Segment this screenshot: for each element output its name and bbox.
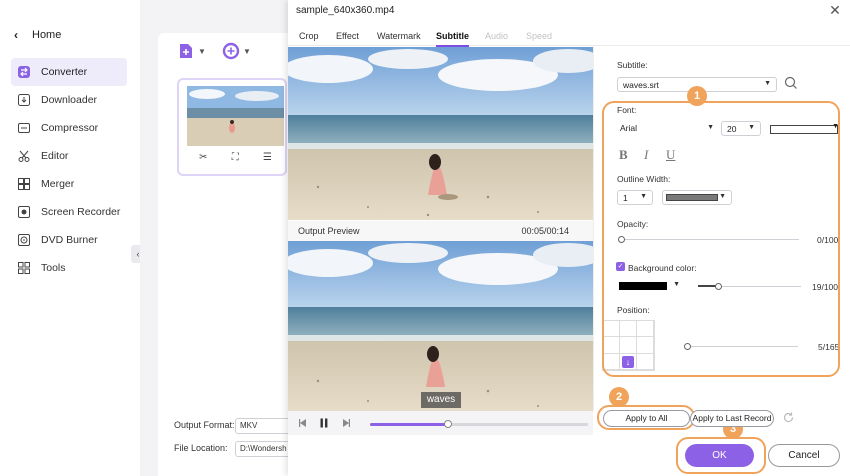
tab-subtitle[interactable]: Subtitle: [436, 31, 469, 47]
sidebar-item-label: Editor: [41, 150, 69, 162]
sidebar-item-screen-recorder[interactable]: Screen Recorder: [11, 198, 127, 226]
sidebar-item-label: Tools: [41, 262, 66, 274]
chevron-down-icon: ▼: [764, 80, 771, 87]
converter-icon: [18, 66, 30, 78]
sidebar-item-label: DVD Burner: [41, 234, 98, 246]
sidebar-item-editor[interactable]: Editor: [11, 142, 127, 170]
original-video-frame: [288, 47, 593, 220]
output-format-select[interactable]: MKV: [235, 418, 295, 434]
sidebar-item-label: Compressor: [41, 122, 99, 134]
sidebar-item-merger[interactable]: Merger: [11, 170, 127, 198]
app-sidebar: ‹ Home Converter Downloader Compressor E…: [0, 0, 140, 476]
subtitle-editor-dialog: sample_640x360.mp4 ✕ Crop Effect Waterma…: [288, 0, 850, 476]
preview-time: 00:05/00:14: [521, 226, 569, 236]
close-icon[interactable]: ✕: [828, 3, 842, 17]
progress-handle[interactable]: [444, 420, 453, 428]
video-thumbnail: [187, 86, 284, 146]
player-controls: [288, 411, 593, 435]
ok-button[interactable]: OK: [685, 444, 754, 467]
sidebar-item-tools[interactable]: Tools: [11, 254, 127, 282]
cancel-button[interactable]: Cancel: [768, 444, 840, 467]
tools-grid-icon: [18, 262, 30, 274]
subtitle-text-overlay: waves: [421, 392, 461, 408]
sidebar-item-converter[interactable]: Converter: [11, 58, 127, 86]
merger-icon: [18, 178, 30, 190]
apply-to-last-record-button[interactable]: Apply to Last Record: [690, 410, 774, 427]
editor-tabs: Crop Effect Watermark Subtitle Audio Spe…: [288, 28, 850, 47]
tab-watermark[interactable]: Watermark: [377, 31, 421, 41]
thumbnail-actions: ✂ ⛶ ☰: [187, 152, 284, 163]
video-thumbnail-card[interactable]: ✂ ⛶ ☰: [177, 78, 287, 176]
add-file-button[interactable]: ▼: [177, 42, 206, 60]
previous-frame-icon[interactable]: [297, 417, 309, 429]
sidebar-item-dvd-burner[interactable]: DVD Burner: [11, 226, 127, 254]
crop-icon[interactable]: ⛶: [232, 152, 239, 163]
sidebar-item-label: Converter: [41, 66, 88, 78]
sidebar-item-downloader[interactable]: Downloader: [11, 86, 127, 114]
trim-scissors-icon[interactable]: ✂: [199, 152, 207, 163]
progress-fill: [370, 423, 449, 426]
sidebar-item-compressor[interactable]: Compressor: [11, 114, 127, 142]
tab-crop[interactable]: Crop: [299, 31, 319, 41]
screen-recorder-icon: [18, 206, 30, 218]
step-badge-2: 2: [609, 387, 629, 407]
next-frame-icon[interactable]: [340, 417, 352, 429]
pause-icon[interactable]: [318, 417, 330, 429]
file-location-field[interactable]: D:\Wondersh: [235, 441, 295, 457]
dvd-icon: [18, 234, 30, 246]
settings-highlight-box: [602, 101, 840, 377]
step-badge-1: 1: [687, 86, 707, 106]
sidebar-item-label: Downloader: [41, 94, 98, 106]
playback-progress[interactable]: [370, 420, 588, 428]
output-preview-bar: Output Preview 00:05/00:14: [288, 221, 593, 241]
scissors-icon: [18, 150, 30, 162]
dialog-title: sample_640x360.mp4: [296, 5, 395, 16]
subtitle-label: Subtitle:: [617, 60, 648, 70]
home-link[interactable]: ‹ Home: [14, 28, 61, 42]
chevron-down-icon: ▼: [198, 46, 206, 56]
subtitle-file-value: waves.srt: [623, 80, 659, 90]
downloader-icon: [18, 94, 30, 106]
tab-effect[interactable]: Effect: [336, 31, 359, 41]
tab-audio: Audio: [485, 31, 509, 41]
file-location-label: File Location:: [174, 443, 228, 453]
tab-speed: Speed: [526, 31, 553, 41]
sidebar-item-label: Screen Recorder: [41, 206, 121, 218]
chevron-down-icon: ▼: [243, 46, 251, 56]
sidebar-item-label: Merger: [41, 178, 75, 190]
search-icon[interactable]: [784, 76, 798, 93]
output-preview-label: Output Preview: [298, 226, 360, 236]
refresh-icon[interactable]: [782, 411, 795, 427]
apply-to-all-button[interactable]: Apply to All: [603, 410, 690, 427]
output-format-label: Output Format:: [174, 420, 235, 430]
add-media-button[interactable]: ▼: [222, 42, 251, 60]
chevron-left-icon: ‹: [14, 28, 18, 42]
add-file-icon: [180, 44, 192, 58]
output-preview-frame: [288, 241, 593, 411]
effects-list-icon[interactable]: ☰: [263, 152, 272, 163]
home-label: Home: [32, 29, 62, 41]
compressor-icon: [18, 123, 30, 133]
add-media-icon: [222, 42, 240, 60]
